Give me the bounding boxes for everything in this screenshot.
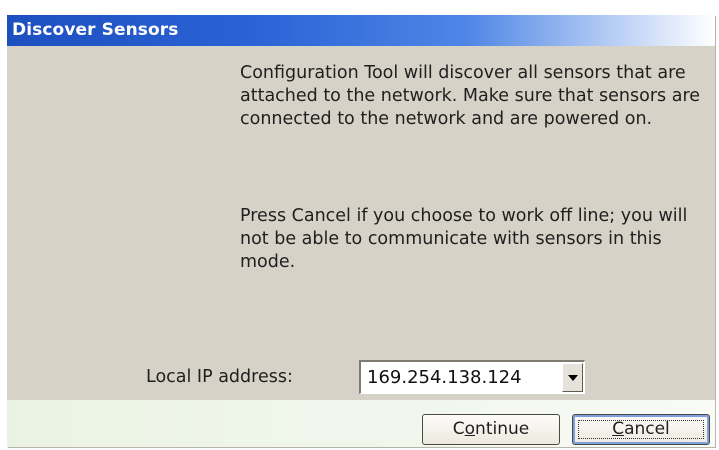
continue-label-pre: C [452,419,465,439]
offline-info-text: Press Cancel if you choose to work off l… [240,206,688,272]
continue-label-post: ntinue [475,419,530,439]
continue-access-key: o [464,419,476,439]
title-bar: Discover Sensors [7,15,715,46]
focus-rectangle [578,420,704,439]
button-bar: Continue Cancel [7,400,715,447]
local-ip-value: 169.254.138.124 [367,367,522,388]
local-ip-label: Local IP address: [146,367,293,387]
discovery-info-text: Configuration Tool will discover all sen… [240,63,701,129]
discover-sensors-dialog: Discover Sensors Configuration Tool will… [7,15,715,447]
continue-button[interactable]: Continue [422,414,560,445]
dropdown-button[interactable] [562,363,583,392]
local-ip-dropdown[interactable]: 169.254.138.124 [359,360,585,394]
cancel-button[interactable]: Cancel [572,414,710,445]
chevron-down-icon [568,375,578,381]
